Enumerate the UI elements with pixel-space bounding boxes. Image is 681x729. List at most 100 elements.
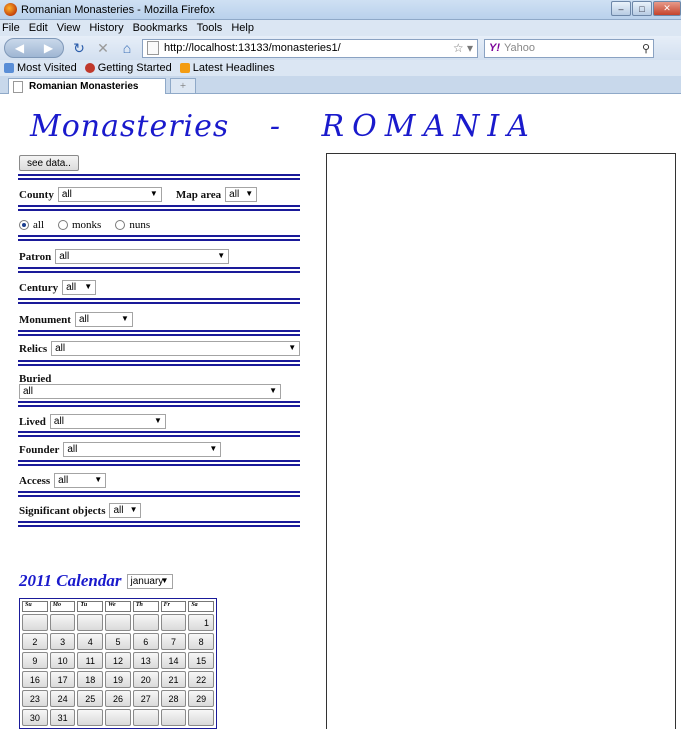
radio-button[interactable] [58,220,68,230]
see-data-button[interactable]: see data.. [19,155,79,171]
home-icon[interactable]: ⌂ [118,39,136,57]
calendar-day-button[interactable] [132,614,159,631]
tab-strip: Romanian Monasteries + [0,76,681,94]
forward-icon[interactable]: ▶ [44,41,53,55]
calendar-day-button[interactable]: 10 [49,652,76,669]
menu-tools[interactable]: Tools [197,22,223,34]
calendar-week: 9 10 11 12 13 14 15 [21,651,215,670]
menu-help[interactable]: Help [231,22,254,34]
back-forward-buttons[interactable]: ◀ ▶ [4,38,64,58]
map-panel[interactable] [326,153,676,729]
calendar-day-button[interactable] [132,709,159,726]
search-engine-icon[interactable]: Y! [489,42,500,54]
significant-select[interactable]: all ▼ [109,503,142,518]
chevron-down-icon: ▼ [121,314,129,323]
monument-select[interactable]: all ▼ [74,312,133,327]
calendar-day-button[interactable]: 1 [188,614,214,631]
lived-value: all [53,416,64,427]
url-text[interactable]: http://localhost:13133/monasteries1/ [164,42,341,54]
calendar-day-button[interactable] [77,614,104,631]
calendar-day-button[interactable]: 31 [49,709,76,726]
lived-select[interactable]: all ▼ [49,414,166,429]
calendar-day-button[interactable]: 6 [132,633,159,650]
calendar-day-button[interactable] [188,709,215,726]
back-icon[interactable]: ◀ [15,41,24,55]
calendar-day-button[interactable]: 13 [132,652,159,669]
calendar-day-button[interactable]: 3 [49,633,76,650]
calendar-day-button[interactable]: 16 [22,671,48,688]
access-select[interactable]: all ▼ [54,473,107,488]
divider [18,360,300,366]
calendar-day-button[interactable]: 4 [77,633,104,650]
calendar-day-button[interactable]: 14 [160,652,187,669]
menu-history[interactable]: History [89,22,123,34]
calendar-day-button[interactable]: 2 [22,633,48,650]
stop-icon[interactable]: ✕ [94,39,112,57]
calendar-day-button[interactable]: 22 [188,671,215,688]
weekday-label: Tu [77,601,104,612]
radio-button-checked[interactable] [19,220,29,230]
menu-edit[interactable]: Edit [29,22,48,34]
century-select[interactable]: all ▼ [62,280,97,295]
calendar-day-button[interactable]: 20 [132,671,159,688]
calendar-day-button[interactable] [77,709,104,726]
maximize-icon[interactable]: □ [632,1,652,16]
close-icon[interactable]: ✕ [653,1,681,16]
county-select[interactable]: all ▼ [57,187,162,202]
map-area-label: Map area [175,188,222,201]
bookmark-star-icon[interactable]: ☆ ▾ [453,41,473,55]
relics-select[interactable]: all ▼ [51,341,301,356]
calendar-day-button[interactable]: 19 [105,671,131,688]
buried-select[interactable]: all ▼ [19,384,281,399]
bookmark-getting-started[interactable]: Getting Started [84,62,172,74]
calendar-day-button[interactable] [160,709,187,726]
calendar-day-button[interactable] [160,614,187,631]
calendar-day-button[interactable]: 8 [188,633,215,650]
divider [18,491,300,497]
calendar-day-button[interactable] [22,614,48,631]
founder-label: Founder [19,443,60,456]
bookmark-latest-headlines[interactable]: Latest Headlines [179,62,275,74]
bookmark-most-visited[interactable]: Most Visited [4,62,77,74]
calendar-day-button[interactable]: 24 [49,690,76,707]
radio-nuns[interactable]: nuns [115,219,150,231]
calendar-day-button[interactable]: 11 [77,652,104,669]
calendar-day-button[interactable] [105,709,131,726]
calendar-day-button[interactable] [49,614,76,631]
calendar-day-button[interactable]: 27 [132,690,159,707]
map-area-select[interactable]: all ▼ [225,187,258,202]
calendar-day-button[interactable]: 15 [188,652,215,669]
search-icon[interactable]: ⚲ [642,42,650,55]
menu-view[interactable]: View [57,22,81,34]
menu-file[interactable]: File [2,22,20,34]
calendar-day-button[interactable]: 23 [22,690,48,707]
calendar-day-button[interactable]: 30 [22,709,48,726]
calendar-day-button[interactable]: 26 [105,690,131,707]
patron-select[interactable]: all ▼ [55,249,230,264]
calendar-day-button[interactable] [105,614,131,631]
radio-monks[interactable]: monks [58,219,101,231]
radio-button[interactable] [115,220,126,230]
calendar-day-button[interactable]: 28 [160,690,187,707]
menu-bookmarks[interactable]: Bookmarks [133,22,188,34]
calendar-day-button[interactable]: 17 [49,671,76,688]
new-tab-button[interactable]: + [170,78,196,94]
calendar-day-button[interactable]: 21 [160,671,187,688]
calendar-day-button[interactable]: 7 [160,633,187,650]
calendar-day-button[interactable]: 9 [22,652,48,669]
calendar-day-button[interactable]: 12 [105,652,131,669]
search-bar[interactable]: Y! Yahoo ⚲ [484,38,654,58]
calendar-day-button[interactable]: 29 [188,690,215,707]
calendar-day-button[interactable]: 18 [77,671,104,688]
url-bar[interactable]: http://localhost:13133/monasteries1/ ☆ ▾ [142,38,478,58]
month-select[interactable]: january ▼ [126,573,173,589]
chevron-down-icon: ▼ [288,343,297,352]
founder-select[interactable]: all ▼ [63,442,222,457]
search-input[interactable]: Yahoo [504,42,535,54]
tab-romanian-monasteries[interactable]: Romanian Monasteries [8,78,166,94]
radio-all[interactable]: all [19,219,44,231]
calendar-day-button[interactable]: 25 [77,690,104,707]
reload-icon[interactable]: ↻ [70,39,88,57]
minimize-icon[interactable]: – [611,1,631,16]
calendar-day-button[interactable]: 5 [105,633,131,650]
